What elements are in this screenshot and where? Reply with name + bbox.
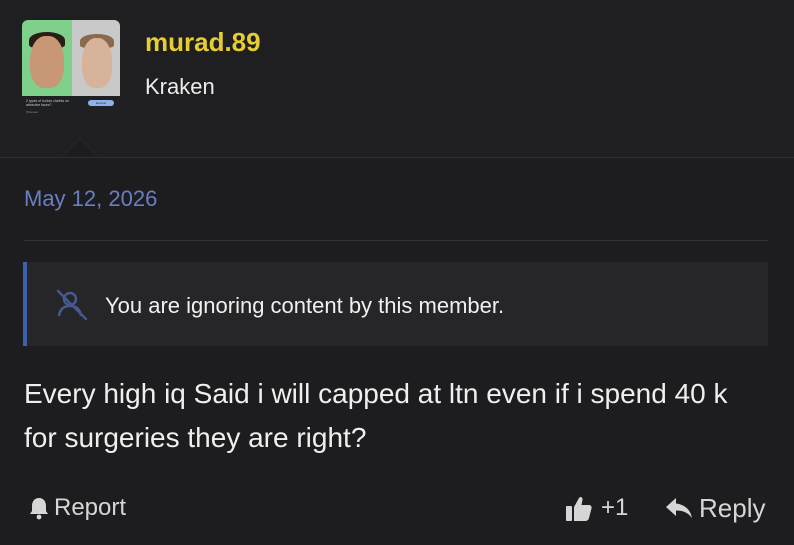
header-pointer-fill [60,139,100,158]
post-header: 2 types of hollow cheeks on attractive f… [0,0,794,158]
bell-icon [30,498,48,520]
post-message: Every high iq Said i will capped at ltn … [24,378,728,453]
avatar[interactable]: 2 types of hollow cheeks on attractive f… [22,20,120,116]
post-date[interactable]: May 12, 2026 [24,186,157,212]
forum-post: 2 types of hollow cheeks on attractive f… [0,0,794,545]
ignore-notice[interactable]: You are ignoring content by this member. [23,262,768,346]
avatar-caption-button: Expand [88,100,114,106]
like-count: +1 [601,494,629,521]
muted-user-icon [56,289,88,321]
avatar-caption: 2 types of hollow cheeks on attractive f… [26,99,69,107]
avatar-face-right [82,38,112,88]
avatar-source: Pinterest [26,110,38,114]
thumbs-up-icon [566,496,592,521]
date-divider [24,240,768,241]
like-button[interactable]: +1 [564,490,628,526]
report-label: Report [54,494,127,521]
avatar-face-left [30,36,64,88]
reply-button[interactable]: Reply [665,492,765,524]
user-title: Kraken [145,74,215,99]
header-divider [0,157,794,158]
ignore-notice-text: You are ignoring content by this member. [105,293,505,318]
username[interactable]: murad.89 [145,27,261,58]
reply-arrow-icon [666,498,692,518]
reply-label: Reply [699,492,766,523]
report-button[interactable]: Report [28,492,126,524]
